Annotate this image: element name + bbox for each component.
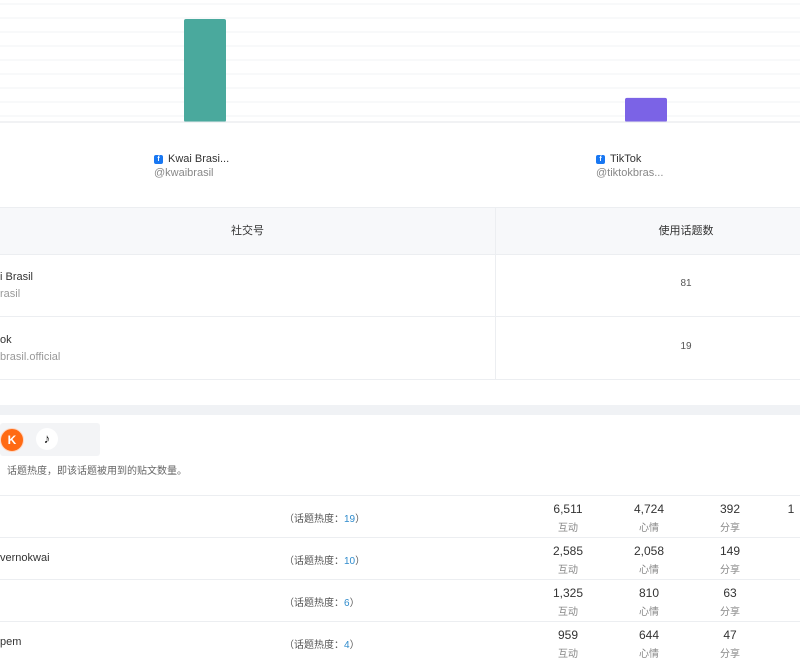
metric-label: 心情 [639, 607, 659, 618]
topic-name: vernokwai [0, 552, 50, 564]
bar-label-text: Kwai Brasi... [168, 153, 230, 165]
heat-suffix: ） [349, 598, 360, 609]
bar-handle-kwai: @kwaibrasil [154, 167, 214, 179]
metric-value: 4,724 [633, 502, 665, 516]
metric-share: 63 分享 [700, 586, 760, 618]
facebook-icon: f [596, 154, 605, 164]
metric-label: 互动 [558, 607, 578, 618]
bar-0[interactable] [184, 19, 226, 122]
topic-heat: （话题热度：4） [284, 636, 360, 651]
bar-1[interactable] [625, 97, 667, 122]
metric-value: 644 [638, 628, 660, 642]
list-item[interactable]: （话题热度：19） 6,511 互动 4,724 心情 392 分享 1 [0, 495, 800, 538]
heat-suffix: ） [355, 556, 366, 567]
metric-reaction: 644 心情 [619, 628, 679, 660]
tiktok-icon[interactable]: ♪ [36, 428, 58, 450]
metric-interaction: 6,511 互动 [538, 502, 598, 534]
bar-chart [0, 3, 800, 123]
heat-prefix: （话题热度： [284, 556, 344, 567]
heat-hint-text: 话题热度，即该话题被用到的贴文数量。 [7, 466, 187, 477]
bar-label-kwai: f Kwai Brasi... [154, 153, 229, 165]
metric-label: 分享 [720, 649, 740, 660]
metric-label: 分享 [720, 565, 740, 576]
bar-label-tiktok: f TikTok [596, 153, 641, 165]
metric-interaction: 2,585 互动 [538, 544, 598, 576]
metric-value: 149 [719, 544, 741, 558]
table-row[interactable]: i Brasil rasil 81 [0, 254, 800, 317]
metric-share: 392 分享 [700, 502, 760, 534]
metric-interaction: 959 互动 [538, 628, 598, 660]
heat-prefix: （话题热度： [284, 598, 344, 609]
metric-value: 2,585 [552, 544, 584, 558]
topic-name: pem [0, 636, 22, 648]
metric-value: 6,511 [553, 502, 583, 516]
metric-share: 47 分享 [700, 628, 760, 660]
metric-label: 互动 [558, 523, 578, 534]
metric-share: 149 分享 [700, 544, 760, 576]
col-header-account[interactable]: 社交号 [0, 208, 495, 254]
kwai-icon[interactable]: K [0, 428, 24, 452]
metric-label: 互动 [558, 565, 578, 576]
metric-value: 959 [557, 628, 579, 642]
topic-heat: （话题热度：6） [284, 594, 360, 609]
heat-prefix: （话题热度： [284, 514, 344, 525]
heat-value: 19 [344, 514, 356, 525]
topic-heat: （话题热度：19） [284, 510, 365, 525]
heat-value: 10 [344, 556, 356, 567]
section-separator [0, 405, 800, 415]
bar-handle-tiktok: @tiktokbras... [596, 167, 664, 179]
metric-reaction: 4,724 心情 [619, 502, 679, 534]
bar-label-text: TikTok [610, 153, 642, 165]
metric-reaction: 2,058 心情 [619, 544, 679, 576]
metric-label: 心情 [639, 523, 659, 534]
chart-bars [184, 19, 667, 122]
metric-value: 47 [723, 628, 737, 642]
list-item[interactable]: （话题热度：6） 1,325 互动 810 心情 63 分享 [0, 579, 800, 622]
list-item[interactable]: pem （话题热度：4） 959 互动 644 心情 47 分享 [0, 621, 800, 664]
heat-suffix: ） [355, 514, 366, 525]
table-header: 社交号 使用话题数 [0, 207, 800, 255]
account-handle: brasil.official [0, 351, 61, 363]
metric-reaction: 810 心情 [619, 586, 679, 618]
account-name: ok [0, 334, 12, 346]
list-item[interactable]: vernokwai （话题热度：10） 2,585 互动 2,058 心情 149 分享 [0, 537, 800, 580]
metric-extra: 1 [776, 502, 800, 516]
metric-value: 392 [719, 502, 741, 516]
metric-value: 63 [723, 586, 737, 600]
metric-label: 分享 [720, 607, 740, 618]
topic-count: 81 [680, 278, 692, 289]
topic-count: 19 [680, 341, 692, 352]
account-handle: rasil [0, 288, 21, 300]
metric-value: 810 [638, 586, 660, 600]
account-name: i Brasil [0, 271, 34, 283]
metric-label: 分享 [720, 523, 740, 534]
chart-grid [0, 3, 800, 117]
metric-value: 2,058 [633, 544, 665, 558]
metric-value: 1,325 [552, 586, 584, 600]
metric-label: 心情 [639, 565, 659, 576]
topic-heat: （话题热度：10） [284, 552, 365, 567]
metric-value: 1 [787, 502, 795, 516]
col-header-topic-count[interactable]: 使用话题数 [496, 208, 800, 254]
metric-label: 互动 [558, 649, 578, 660]
metric-label: 心情 [639, 649, 659, 660]
facebook-icon: f [154, 154, 163, 164]
metric-interaction: 1,325 互动 [538, 586, 598, 618]
table-row[interactable]: ok brasil.official 19 [0, 317, 800, 380]
